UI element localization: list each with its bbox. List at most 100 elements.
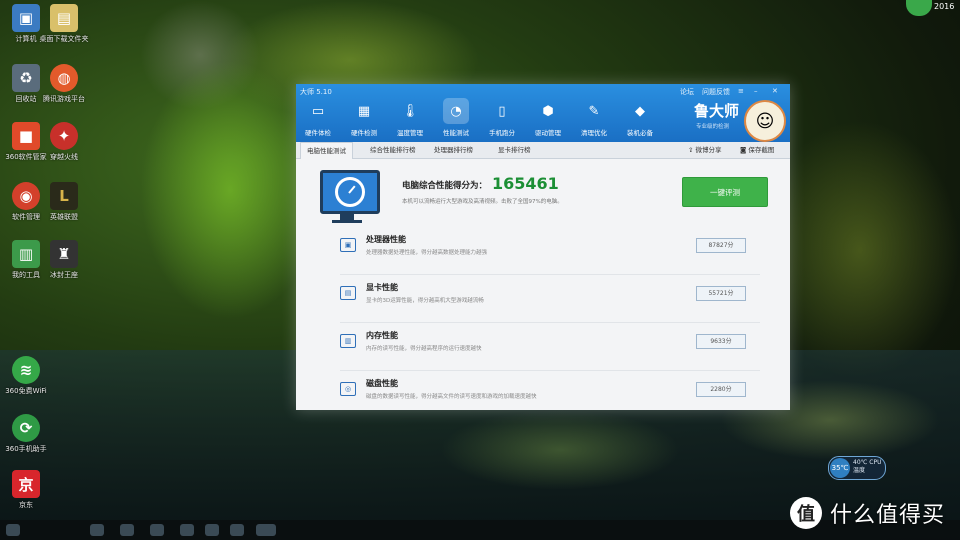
desktop-icon-label: 冰封王座 — [50, 271, 78, 279]
nav-label: 手机跑分 — [489, 129, 515, 137]
perf-description: 处理器数据处理性能，得分越高数据处理能力越强 — [366, 250, 488, 256]
save-screenshot-button[interactable]: ◙ 保存截图 — [740, 142, 774, 158]
divider — [340, 322, 760, 323]
nav-label: 装机必备 — [627, 129, 653, 137]
nav-cleanup[interactable]: ✎ 清理优化 — [572, 98, 616, 138]
thermometer-icon: 🌡 — [401, 103, 419, 119]
minimize-icon[interactable]: – — [754, 87, 758, 95]
perf-title: 内存性能 — [366, 331, 398, 340]
jd-icon: 京 — [12, 470, 40, 498]
brand-name: 鲁大师 — [694, 102, 740, 120]
tab-overall-ranking[interactable]: 综合性能排行榜 — [364, 142, 422, 158]
taskbar-app-icon[interactable] — [150, 524, 164, 536]
desktop-icon-label: 京东 — [19, 501, 33, 509]
cube-icon: ◆ — [635, 103, 645, 119]
taskbar-app-icon[interactable] — [256, 524, 276, 536]
desktop-icon-jd[interactable]: 京 京东 — [0, 470, 54, 510]
wifi-icon: ≋ — [12, 356, 40, 384]
speedometer-icon: ◔ — [443, 98, 469, 124]
tray-wifi-icon[interactable] — [906, 0, 932, 16]
background-foliage — [760, 120, 960, 380]
feedback-link[interactable]: 问题反馈 — [702, 87, 730, 97]
background-rock — [440, 410, 680, 490]
taskbar-app-icon[interactable] — [120, 524, 134, 536]
tab-bar: 电脑性能测试 综合性能排行榜 处理器排行榜 显卡排行榜 ⇪ 微博分享 ◙ 保存截… — [296, 142, 790, 159]
nav-temperature[interactable]: 🌡 温度管理 — [388, 98, 432, 138]
performance-monitor-icon — [320, 170, 380, 214]
phone-assistant-icon: ⟳ — [12, 414, 40, 442]
nav-hardware-detect[interactable]: ▦ 硬件检测 — [342, 98, 386, 138]
cpu-temperature-widget[interactable]: 35℃ 40℃ CPU温度 — [828, 456, 886, 480]
nav-label: 硬件体检 — [305, 129, 331, 137]
perf-description: 显卡的3D运算性能，得分越高机大型游戏越流畅 — [366, 298, 484, 304]
start-button-icon[interactable] — [6, 524, 20, 536]
forum-link[interactable]: 论坛 — [680, 87, 694, 97]
monitor-base — [332, 220, 362, 223]
desktop-icon-label: 英雄联盟 — [50, 213, 78, 221]
desktop-icon-label: 穿越火线 — [50, 153, 78, 161]
desktop-icon-wifi[interactable]: ≋ 360免费WiFi — [0, 356, 54, 396]
chip-icon: ▦ — [357, 103, 371, 119]
perf-score: 55721分 — [696, 286, 746, 301]
ludashi-window: 大师 5.10 论坛 问题反馈 ≡ – ✕ ▭ 硬件体检 ▦ 硬件检测 🌡 温度… — [296, 84, 790, 410]
perf-row-disk: ◎ 磁盘性能 磁盘的数据读写性能，得分越高文件的读写速度和游戏的加载速度越快 2… — [340, 376, 760, 416]
mascot-avatar: ☺ — [744, 100, 786, 142]
perf-description: 内存的读写性能，得分越高程序的运行速度越快 — [366, 346, 482, 352]
score-description: 本机可以流畅运行大型游戏及高清视频。击败了全国97%的电脑。 — [402, 199, 563, 205]
perf-description: 磁盘的数据读写性能，得分越高文件的读写速度和游戏的加载速度越快 — [366, 394, 537, 400]
tab-cpu-ranking[interactable]: 处理器排行榜 — [428, 142, 479, 158]
nav-driver[interactable]: ⬢ 驱动管理 — [526, 98, 570, 138]
temperature-label: 40℃ CPU温度 — [853, 459, 882, 474]
perf-row-memory: ▥ 内存性能 内存的读写性能，得分越高程序的运行速度越快 9633分 — [340, 328, 760, 368]
temperature-value: 35℃ — [830, 458, 850, 478]
share-label: 微博分享 — [695, 146, 722, 154]
taskbar-app-icon[interactable] — [230, 524, 244, 536]
game-platform-icon: ◍ — [50, 64, 78, 92]
desktop-icon-warcraft[interactable]: ♜ 冰封王座 — [36, 240, 92, 280]
perf-title: 磁盘性能 — [366, 379, 398, 388]
nav-performance-test[interactable]: ◔ 性能测试 — [434, 98, 478, 137]
taskbar-app-icon[interactable] — [180, 524, 194, 536]
watermark: 值 什么值得买 — [790, 496, 945, 530]
desktop-icon-lol[interactable]: L 英雄联盟 — [36, 182, 92, 222]
divider — [340, 370, 760, 371]
nav-label: 驱动管理 — [535, 129, 561, 137]
window-title: 大师 5.10 — [300, 88, 332, 96]
one-click-evaluate-button[interactable]: 一键评测 — [682, 177, 768, 207]
menu-icon[interactable]: ≡ — [738, 87, 744, 95]
background-moss — [140, 60, 320, 320]
desktop-icon-label: 桌面下载文件夹 — [39, 35, 89, 43]
tab-pc-performance[interactable]: 电脑性能测试 — [300, 142, 353, 159]
brand-tagline: 专业级的检测 — [696, 124, 730, 130]
perf-score: 9633分 — [696, 334, 746, 349]
taskbar-app-icon[interactable] — [90, 524, 104, 536]
perf-row-gpu: ▤ 显卡性能 显卡的3D运算性能，得分越高机大型游戏越流畅 55721分 — [340, 280, 760, 320]
desktop-icon-phone-assistant[interactable]: ⟳ 360手机助手 — [0, 414, 54, 454]
desktop-icon-folder[interactable]: ▤ 桌面下载文件夹 — [36, 4, 92, 44]
close-icon[interactable]: ✕ — [772, 87, 778, 95]
perf-title: 处理器性能 — [366, 235, 406, 244]
share-icon: ⇪ — [688, 146, 696, 154]
tab-gpu-ranking[interactable]: 显卡排行榜 — [492, 142, 537, 158]
nav-essentials[interactable]: ◆ 装机必备 — [618, 98, 662, 138]
desktop-icon-game-platform[interactable]: ◍ 腾讯游戏平台 — [36, 64, 92, 104]
desktop-icon-game[interactable]: ✦ 穿越火线 — [36, 122, 92, 162]
nav-label: 性能测试 — [443, 129, 469, 137]
nav-hardware-checkup[interactable]: ▭ 硬件体检 — [296, 98, 340, 138]
watermark-logo: 值 — [790, 497, 822, 529]
driver-icon: ⬢ — [542, 103, 554, 119]
perf-score: 2280分 — [696, 382, 746, 397]
broom-icon: ✎ — [588, 103, 600, 119]
desktop-icon-label: 360免费WiFi — [5, 387, 47, 395]
divider — [340, 274, 760, 275]
nav-phone-benchmark[interactable]: ▯ 手机跑分 — [480, 98, 524, 138]
phone-icon: ▯ — [498, 103, 506, 119]
share-button[interactable]: ⇪ 微博分享 — [688, 142, 722, 158]
taskbar-app-icon[interactable] — [205, 524, 219, 536]
desktop-icon-label: 360手机助手 — [5, 445, 47, 453]
perf-score: 87827分 — [696, 238, 746, 253]
perf-title: 显卡性能 — [366, 283, 398, 292]
lol-icon: L — [50, 182, 78, 210]
disk-icon: ◎ — [340, 382, 356, 396]
cpu-icon: ▣ — [340, 238, 356, 252]
